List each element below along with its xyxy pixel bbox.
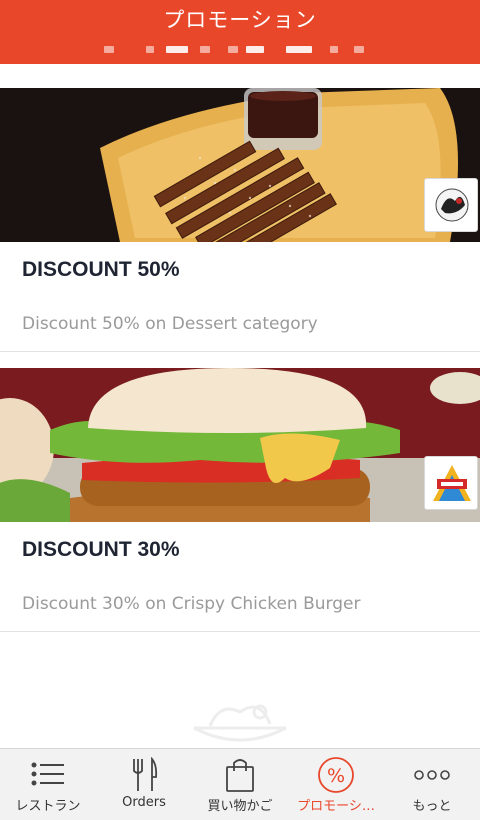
tab-label: Orders xyxy=(122,795,166,810)
shopping-bag-icon xyxy=(226,759,254,792)
card-divider xyxy=(0,631,480,632)
promotions-list[interactable]: DISCOUNT 50% Discount 50% on Dessert cat… xyxy=(0,64,480,748)
more-dots-icon xyxy=(414,770,450,780)
tab-promotions[interactable]: % プロモーシ… xyxy=(288,749,384,820)
tab-label: 買い物かご xyxy=(207,799,273,814)
restaurant-logo-badge xyxy=(424,178,478,232)
app-header: プロモーション xyxy=(0,0,480,64)
tab-more[interactable]: もっと xyxy=(384,749,480,820)
promotion-title: DISCOUNT 30% xyxy=(22,538,180,561)
tab-restaurants[interactable]: レストラン xyxy=(0,749,96,820)
svg-text:%: % xyxy=(327,765,345,787)
promotion-card[interactable]: DISCOUNT 30% Discount 30% on Crispy Chic… xyxy=(0,368,480,632)
blurred-subtitle xyxy=(0,44,480,54)
promotion-card[interactable]: DISCOUNT 50% Discount 50% on Dessert cat… xyxy=(0,88,480,352)
bottom-tab-bar: レストラン Orders 買い物かご % プロモーシ… もっと xyxy=(0,748,480,820)
tab-orders[interactable]: Orders xyxy=(96,749,192,820)
percent-icon: % xyxy=(318,757,354,793)
page-title: プロモーション xyxy=(163,8,317,32)
promotion-description: Discount 30% on Crispy Chicken Burger xyxy=(22,594,361,614)
tab-label: もっと xyxy=(412,799,452,814)
noodle-bowl-icon xyxy=(190,698,290,748)
restaurant-logo-badge xyxy=(424,456,478,510)
tab-cart[interactable]: 買い物かご xyxy=(192,749,288,820)
fork-knife-icon xyxy=(133,757,158,791)
promotion-title: DISCOUNT 50% xyxy=(22,258,180,281)
promotion-image-churros[interactable] xyxy=(0,88,480,242)
promotion-description: Discount 50% on Dessert category xyxy=(22,314,318,334)
card-divider xyxy=(0,351,480,352)
promotion-image-burger[interactable] xyxy=(0,368,480,522)
tab-label: プロモーシ… xyxy=(297,799,375,814)
tab-label: レストラン xyxy=(15,799,81,814)
list-icon xyxy=(31,762,64,786)
